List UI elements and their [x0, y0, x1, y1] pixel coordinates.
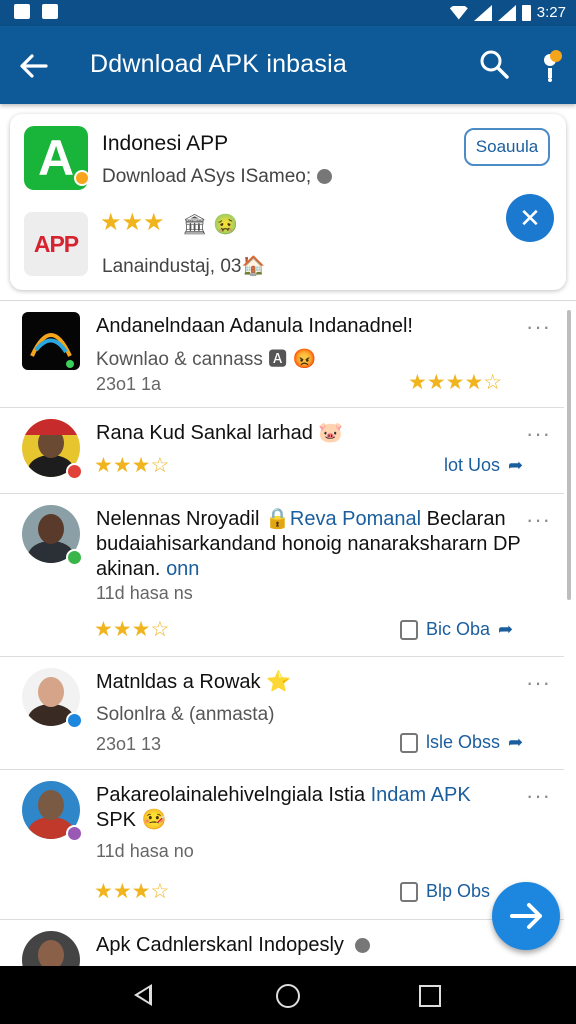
app-icon-a: A — [24, 126, 90, 190]
send-fab-button[interactable] — [492, 882, 560, 950]
globe-icon — [355, 938, 371, 954]
list-item[interactable]: Matnldas a Rowak ⭐ Solonlra & (anmasta) … — [0, 656, 564, 770]
more-options-button[interactable]: ··· — [526, 421, 551, 447]
item-action-link[interactable]: Blp Obs — [400, 881, 490, 902]
item-stars-text: ★★★☆ — [94, 618, 170, 641]
list-item[interactable]: Andanelndaan Adanula Indanadnel! Kownlao… — [0, 300, 564, 408]
status-badge — [66, 549, 83, 566]
checkbox-icon — [400, 619, 418, 640]
item-action-label: Blp Obs — [426, 881, 491, 901]
item-subtitle: Kownlao & cannass 🅰 😡 — [96, 349, 317, 370]
scrollbar[interactable] — [567, 310, 571, 600]
more-options-button[interactable]: ··· — [526, 670, 551, 696]
item-rating-stars: ★★★☆ — [94, 453, 169, 478]
list-item[interactable]: Apk Cadnlerskanl Indopesly ... — [0, 919, 564, 966]
item-title-link[interactable]: Reva Pomanal — [290, 508, 421, 530]
item-date: 23o1 13 — [96, 734, 162, 754]
list-item[interactable]: Rana Kud Sankal larhad 🐷 ★★★☆ lot Uos ➦ … — [0, 407, 564, 494]
item-action-label: lsle Obss — [426, 732, 501, 752]
featured-app-name: Indonesi APP — [102, 132, 229, 155]
app-list: Andanelndaan Adanula Indanadnel! Kownlao… — [0, 300, 576, 966]
item-title: Nelennas Nroyadil 🔒Reva Pomanal Beclaran… — [96, 507, 526, 582]
item-date: 11d hasa no — [96, 841, 194, 861]
search-icon[interactable] — [478, 48, 510, 80]
item-title: Matnldas a Rowak ⭐ — [96, 671, 291, 693]
featured-stars-text: ★★★ — [100, 209, 165, 236]
item-title: Apk Cadnlerskanl Indopesly — [96, 933, 516, 958]
item-title: Andanelndaan Adanula Indanadnel! — [96, 315, 413, 337]
status-right: 3:27 — [449, 4, 566, 21]
item-rating-stars: ★★★☆ — [94, 879, 169, 904]
item-title-link[interactable]: Indam APK — [371, 784, 471, 806]
item-title-text: Apk Cadnlerskanl Indopesly — [96, 934, 344, 956]
item-title-part: Pakareolainalehivelngiala Istia — [96, 784, 366, 806]
list-item[interactable]: Pakareolainalehivelngiala Istia Indam AP… — [0, 769, 564, 920]
status-time: 3:27 — [536, 4, 566, 21]
item-stars-text: ★★★★☆ — [408, 371, 503, 394]
item-avatar — [22, 931, 80, 966]
signal-icon — [473, 4, 492, 21]
more-options-button[interactable]: ··· — [526, 507, 551, 533]
app-icon-b: APP — [24, 212, 88, 276]
item-action-link[interactable]: lot Uos ➦ — [444, 455, 523, 476]
checkbox-icon — [400, 732, 418, 753]
photo-icon — [14, 4, 30, 19]
system-nav-bar — [0, 966, 576, 1024]
status-badge — [66, 463, 83, 480]
featured-app-subtitle: Download ASys ISameo; — [102, 166, 333, 188]
item-title: Pakareolainalehivelngiala Istia Indam AP… — [96, 783, 516, 833]
item-stars-text: ★★★☆ — [94, 880, 170, 903]
item-title-part: Nelennas Nroyadil — [96, 508, 260, 530]
item-date: 11d hasa ns — [96, 583, 193, 603]
app-logo-icon — [30, 333, 74, 368]
send-icon — [510, 903, 542, 929]
featured-app-card[interactable]: A Indonesi APP Download ASys ISameo; Soa… — [10, 114, 566, 290]
status-badge — [66, 825, 83, 842]
item-action-label: Bic Oba — [426, 619, 491, 639]
nav-back-icon[interactable] — [134, 984, 152, 1006]
item-title-part-2: SPK 🤒 — [96, 809, 167, 831]
status-bar: 3:27 — [0, 0, 576, 26]
item-subtitle: ... — [96, 959, 112, 966]
share-arrow-icon: ➦ — [498, 619, 514, 639]
share-arrow-icon: ➦ — [508, 455, 524, 475]
item-action-link[interactable]: Bic Oba ➦ — [400, 619, 513, 640]
nav-home-icon[interactable] — [276, 984, 300, 1008]
signal-icon-2 — [497, 4, 516, 21]
item-title-link-2[interactable]: onn — [166, 558, 199, 580]
list-item[interactable]: Nelennas Nroyadil 🔒Reva Pomanal Beclaran… — [0, 493, 564, 657]
featured-extra-icons: 🏛 🤢 — [182, 214, 238, 236]
gallery-icon — [42, 4, 58, 19]
subscribe-button[interactable]: Soauula — [464, 128, 550, 166]
checkbox-icon — [400, 881, 418, 902]
share-arrow-icon: ➦ — [508, 732, 524, 752]
battery-icon — [521, 4, 531, 21]
item-title: Rana Kud Sankal larhad 🐷 — [96, 422, 344, 444]
featured-subtitle-text: Download ASys ISameo; — [102, 166, 312, 187]
share-button[interactable]: ✕ — [506, 194, 554, 242]
item-action-link[interactable]: lsle Obss ➦ — [400, 732, 523, 753]
item-action-label: lot Uos — [444, 455, 501, 475]
app-bar: Ddwnload APK inbasia — [0, 26, 576, 104]
status-badge — [66, 712, 83, 729]
back-arrow-icon[interactable] — [18, 50, 50, 82]
wifi-icon — [449, 5, 468, 20]
notification-icon[interactable] — [536, 48, 566, 82]
item-rating-stars: ★★★☆ — [94, 617, 169, 642]
featured-rating-stars: ★★★ — [100, 208, 165, 237]
item-subtitle: Solonlra & (anmasta) — [96, 704, 275, 725]
item-rating-stars: ★★★★☆ — [408, 370, 502, 395]
item-thumbnail — [22, 312, 80, 370]
item-stars-text: ★★★☆ — [94, 454, 170, 477]
globe-icon — [317, 169, 333, 185]
more-options-button[interactable]: ··· — [526, 314, 551, 340]
item-date: 23o1 1a — [96, 374, 162, 394]
lock-icon: 🔒 — [264, 508, 290, 530]
page-title: Ddwnload APK inbasia — [90, 50, 347, 78]
share-icon: ✕ — [519, 203, 541, 233]
featured-meta: Lanaindustaj, 03🏠 — [102, 256, 266, 277]
nav-recents-icon[interactable] — [419, 985, 441, 1007]
more-options-button[interactable]: ··· — [526, 783, 551, 809]
